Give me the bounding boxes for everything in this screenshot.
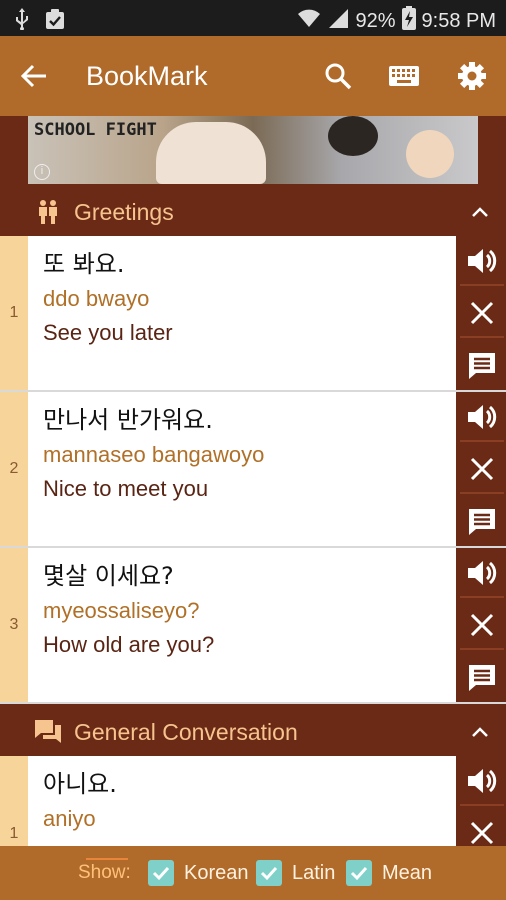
status-bar: 92% 9:58 PM bbox=[0, 0, 506, 36]
remove-bookmark-button[interactable] bbox=[460, 602, 504, 650]
comment-button[interactable] bbox=[460, 342, 504, 390]
banner-figure bbox=[156, 122, 266, 184]
checkbox-label: Korean bbox=[184, 861, 249, 884]
chat-icon bbox=[35, 720, 61, 743]
latin-text: ddo bwayo bbox=[43, 286, 150, 311]
checkbox-checked-icon bbox=[148, 860, 174, 886]
latin-checkbox[interactable]: Latin bbox=[256, 860, 335, 886]
play-audio-button[interactable] bbox=[460, 758, 504, 806]
battery-charging-icon bbox=[401, 6, 416, 36]
comment-icon bbox=[469, 665, 495, 691]
speaker-icon bbox=[468, 249, 497, 273]
remove-bookmark-button[interactable] bbox=[460, 810, 504, 846]
korean-text: 또 봐요. bbox=[43, 250, 125, 278]
divider bbox=[86, 858, 128, 860]
latin-text: myeossaliseyo? bbox=[43, 598, 200, 623]
clipboard-icon bbox=[44, 8, 66, 35]
comment-icon bbox=[469, 509, 495, 535]
row-number: 1 bbox=[0, 756, 28, 846]
usb-icon bbox=[14, 8, 30, 35]
checkbox-checked-icon bbox=[256, 860, 282, 886]
speaker-icon bbox=[468, 561, 497, 585]
checkbox-label: Latin bbox=[292, 861, 336, 884]
remove-bookmark-button[interactable] bbox=[460, 446, 504, 494]
latin-text: mannaseo bangawoyo bbox=[43, 442, 265, 467]
speaker-icon bbox=[468, 769, 497, 793]
phrase-row: 1 아니요. aniyo bbox=[0, 756, 506, 846]
gear-icon bbox=[458, 62, 486, 90]
close-icon bbox=[470, 301, 494, 325]
phrase-row: 3 몇살 이세요? myeossaliseyo? How old are you… bbox=[0, 548, 506, 704]
korean-checkbox[interactable]: Korean bbox=[148, 860, 249, 886]
mean-checkbox[interactable]: Mean bbox=[346, 860, 432, 886]
close-icon bbox=[470, 821, 494, 845]
meaning-text: How old are you? bbox=[43, 632, 215, 657]
korean-text: 아니요. bbox=[43, 770, 117, 798]
search-button[interactable] bbox=[320, 58, 356, 94]
chevron-up-icon[interactable] bbox=[466, 718, 494, 746]
settings-button[interactable] bbox=[454, 58, 490, 94]
ad-banner[interactable]: SCHOOL FIGHT i bbox=[28, 116, 478, 184]
play-audio-button[interactable] bbox=[460, 550, 504, 598]
section-header-general-conversation[interactable]: General Conversation bbox=[0, 706, 506, 756]
people-icon bbox=[39, 200, 57, 224]
display-options-bar: Show: Korean Latin Mean bbox=[0, 846, 506, 900]
checkbox-label: Mean bbox=[382, 861, 433, 884]
play-audio-button[interactable] bbox=[460, 394, 504, 442]
checkbox-checked-icon bbox=[346, 860, 372, 886]
arrow-left-icon bbox=[20, 64, 46, 88]
play-audio-button[interactable] bbox=[460, 238, 504, 286]
latin-text: aniyo bbox=[43, 806, 96, 831]
korean-text: 만나서 반가워요. bbox=[43, 406, 213, 434]
chevron-up-icon[interactable] bbox=[466, 198, 494, 226]
page-title: BookMark bbox=[86, 61, 208, 91]
phrase-row: 2 만나서 반가워요. mannaseo bangawoyo Nice to m… bbox=[0, 392, 506, 548]
section-header-greetings[interactable]: Greetings bbox=[0, 186, 506, 236]
search-icon bbox=[325, 63, 352, 90]
banner-figure bbox=[406, 130, 454, 178]
speaker-icon bbox=[468, 405, 497, 429]
row-number: 1 bbox=[0, 236, 28, 390]
meaning-text: Nice to meet you bbox=[43, 476, 209, 501]
keyboard-button[interactable] bbox=[386, 58, 422, 94]
battery-percent: 92% bbox=[355, 9, 396, 32]
meaning-text: See you later bbox=[43, 320, 173, 345]
show-label: Show: bbox=[78, 862, 131, 883]
row-number: 3 bbox=[0, 548, 28, 702]
info-icon[interactable]: i bbox=[34, 164, 50, 180]
close-icon bbox=[470, 613, 494, 637]
clock: 9:58 PM bbox=[421, 9, 496, 32]
row-number: 2 bbox=[0, 392, 28, 546]
remove-bookmark-button[interactable] bbox=[460, 290, 504, 338]
comment-icon bbox=[469, 353, 495, 379]
banner-figure bbox=[328, 116, 378, 156]
app-bar: BookMark bbox=[0, 36, 506, 116]
signal-icon bbox=[327, 7, 349, 35]
keyboard-icon bbox=[389, 66, 419, 86]
close-icon bbox=[470, 457, 494, 481]
wifi-icon bbox=[297, 7, 321, 35]
section-title: General Conversation bbox=[74, 719, 298, 745]
comment-button[interactable] bbox=[460, 654, 504, 702]
phrase-row: 1 또 봐요. ddo bwayo See you later bbox=[0, 236, 506, 392]
section-title: Greetings bbox=[74, 199, 174, 225]
korean-text: 몇살 이세요? bbox=[43, 562, 174, 590]
banner-text: SCHOOL FIGHT bbox=[34, 120, 157, 140]
comment-button[interactable] bbox=[460, 498, 504, 546]
back-button[interactable] bbox=[20, 58, 60, 94]
